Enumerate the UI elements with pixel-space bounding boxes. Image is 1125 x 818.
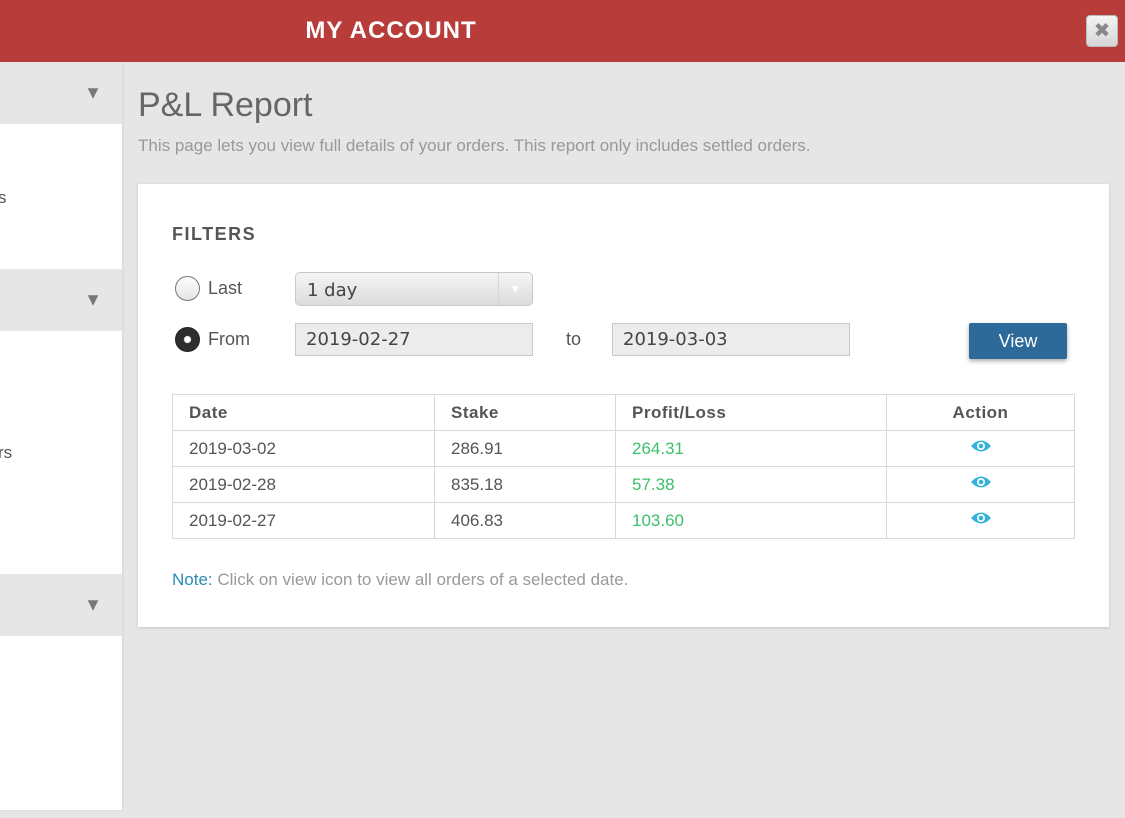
cell-profit-loss: 103.60 xyxy=(615,502,887,539)
cell-stake: 406.83 xyxy=(434,502,616,539)
chevron-down-icon: ▼ xyxy=(84,289,102,310)
sidebar-item-label[interactable]: s xyxy=(0,188,7,208)
report-card: FILTERS Last 1 day ▼ From 2019-02-27 to … xyxy=(138,184,1109,627)
note: Note: Click on view icon to view all ord… xyxy=(172,570,628,590)
sidebar: ▼ s ▼ rs ▼ xyxy=(0,62,122,810)
chevron-down-icon: ▼ xyxy=(84,594,102,615)
eye-icon[interactable] xyxy=(970,510,992,531)
page-title: P&L Report xyxy=(138,86,313,124)
cell-stake: 286.91 xyxy=(434,430,616,467)
cell-date: 2019-02-28 xyxy=(172,466,435,503)
note-label: Note: xyxy=(172,570,213,589)
chevron-down-icon: ▼ xyxy=(84,82,102,103)
to-label: to xyxy=(566,329,582,349)
pl-table: Date Stake Profit/Loss Action 2019-03-02… xyxy=(172,394,1075,539)
col-header-profit-loss: Profit/Loss xyxy=(615,394,887,431)
cell-action xyxy=(886,430,1075,467)
col-header-date: Date xyxy=(172,394,435,431)
modal-title: MY ACCOUNT xyxy=(305,17,477,44)
col-header-stake: Stake xyxy=(434,394,616,431)
table-row: 2019-02-27 406.83 103.60 xyxy=(172,502,1075,539)
to-date-input[interactable]: 2019-03-03 xyxy=(612,323,850,356)
eye-icon[interactable] xyxy=(970,474,992,495)
filters-heading: FILTERS xyxy=(172,224,257,244)
sidebar-section-header[interactable]: ▼ xyxy=(0,62,122,124)
cell-profit-loss: 57.38 xyxy=(615,466,887,503)
from-label: From xyxy=(208,329,250,349)
cell-action xyxy=(886,502,1075,539)
cell-date: 2019-03-02 xyxy=(172,430,435,467)
chevron-down-icon: ▼ xyxy=(498,273,532,305)
close-icon: ✖ xyxy=(1093,20,1111,42)
cell-stake: 835.18 xyxy=(434,466,616,503)
from-date-input[interactable]: 2019-02-27 xyxy=(295,323,533,356)
last-radio[interactable] xyxy=(175,276,200,301)
cell-profit-loss: 264.31 xyxy=(615,430,887,467)
cell-date: 2019-02-27 xyxy=(172,502,435,539)
eye-icon[interactable] xyxy=(970,438,992,459)
view-button[interactable]: View xyxy=(969,323,1067,359)
last-label: Last xyxy=(208,278,243,298)
col-header-action: Action xyxy=(886,394,1075,431)
sidebar-section-header[interactable]: ▼ xyxy=(0,574,122,636)
from-radio[interactable] xyxy=(175,327,200,352)
cell-action xyxy=(886,466,1075,503)
period-value: 1 day xyxy=(307,280,358,301)
table-row: 2019-02-28 835.18 57.38 xyxy=(172,466,1075,503)
note-text: Click on view icon to view all orders of… xyxy=(212,570,629,589)
sidebar-item-label[interactable]: rs xyxy=(0,443,12,463)
close-button[interactable]: ✖ xyxy=(1086,15,1118,47)
sidebar-section-header[interactable]: ▼ xyxy=(0,269,122,331)
table-header-row: Date Stake Profit/Loss Action xyxy=(172,394,1075,431)
page-description: This page lets you view full details of … xyxy=(138,136,811,155)
table-row: 2019-03-02 286.91 264.31 xyxy=(172,430,1075,467)
period-select[interactable]: 1 day ▼ xyxy=(295,272,533,306)
modal-header: MY ACCOUNT ✖ xyxy=(0,0,1125,62)
